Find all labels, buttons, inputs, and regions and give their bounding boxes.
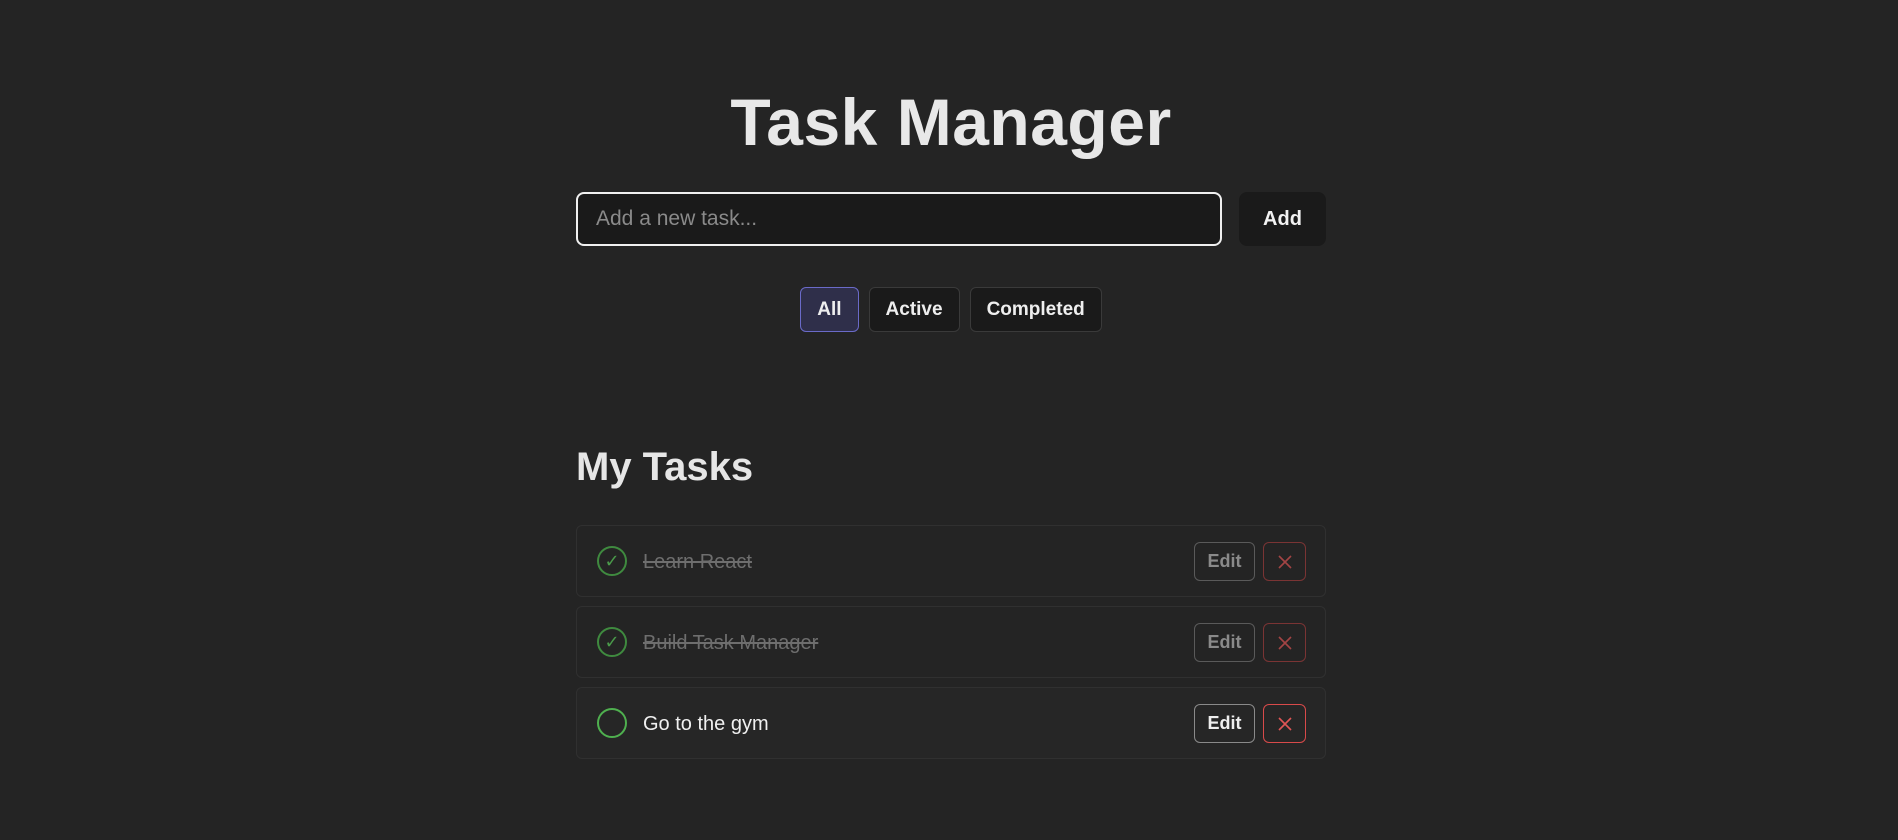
empty-circle-icon[interactable] — [597, 708, 627, 738]
delete-task-button[interactable] — [1263, 704, 1306, 743]
task-text[interactable]: Build Task Manager — [643, 607, 818, 679]
app-root: Task Manager Add All Active Completed My… — [0, 0, 1898, 840]
tasks-section-title: My Tasks — [576, 445, 754, 489]
close-icon — [1277, 635, 1292, 650]
filter-completed-button[interactable]: Completed — [969, 287, 1102, 332]
delete-task-button[interactable] — [1263, 542, 1306, 581]
delete-task-button[interactable] — [1263, 623, 1306, 662]
task-item: ✓ Learn React Edit — [576, 525, 1326, 597]
task-text[interactable]: Go to the gym — [643, 688, 769, 760]
edit-task-button[interactable]: Edit — [1194, 704, 1255, 743]
page-title: Task Manager — [730, 85, 1172, 159]
add-task-row: Add — [576, 192, 1326, 246]
filter-bar: All Active Completed — [576, 287, 1326, 332]
filter-all-button[interactable]: All — [800, 287, 859, 332]
task-list: ✓ Learn React Edit ✓ Build Task Manager … — [576, 525, 1326, 768]
task-item: Go to the gym Edit — [576, 687, 1326, 759]
filter-active-button[interactable]: Active — [868, 287, 960, 332]
edit-task-button[interactable]: Edit — [1194, 542, 1255, 581]
checkmark-circle-icon[interactable]: ✓ — [597, 546, 627, 576]
new-task-input[interactable] — [576, 192, 1222, 246]
task-item: ✓ Build Task Manager Edit — [576, 606, 1326, 678]
close-icon — [1277, 554, 1292, 569]
checkmark-circle-icon[interactable]: ✓ — [597, 627, 627, 657]
edit-task-button[interactable]: Edit — [1194, 623, 1255, 662]
add-task-button[interactable]: Add — [1239, 192, 1326, 246]
task-text[interactable]: Learn React — [643, 526, 752, 598]
close-icon — [1277, 716, 1292, 731]
